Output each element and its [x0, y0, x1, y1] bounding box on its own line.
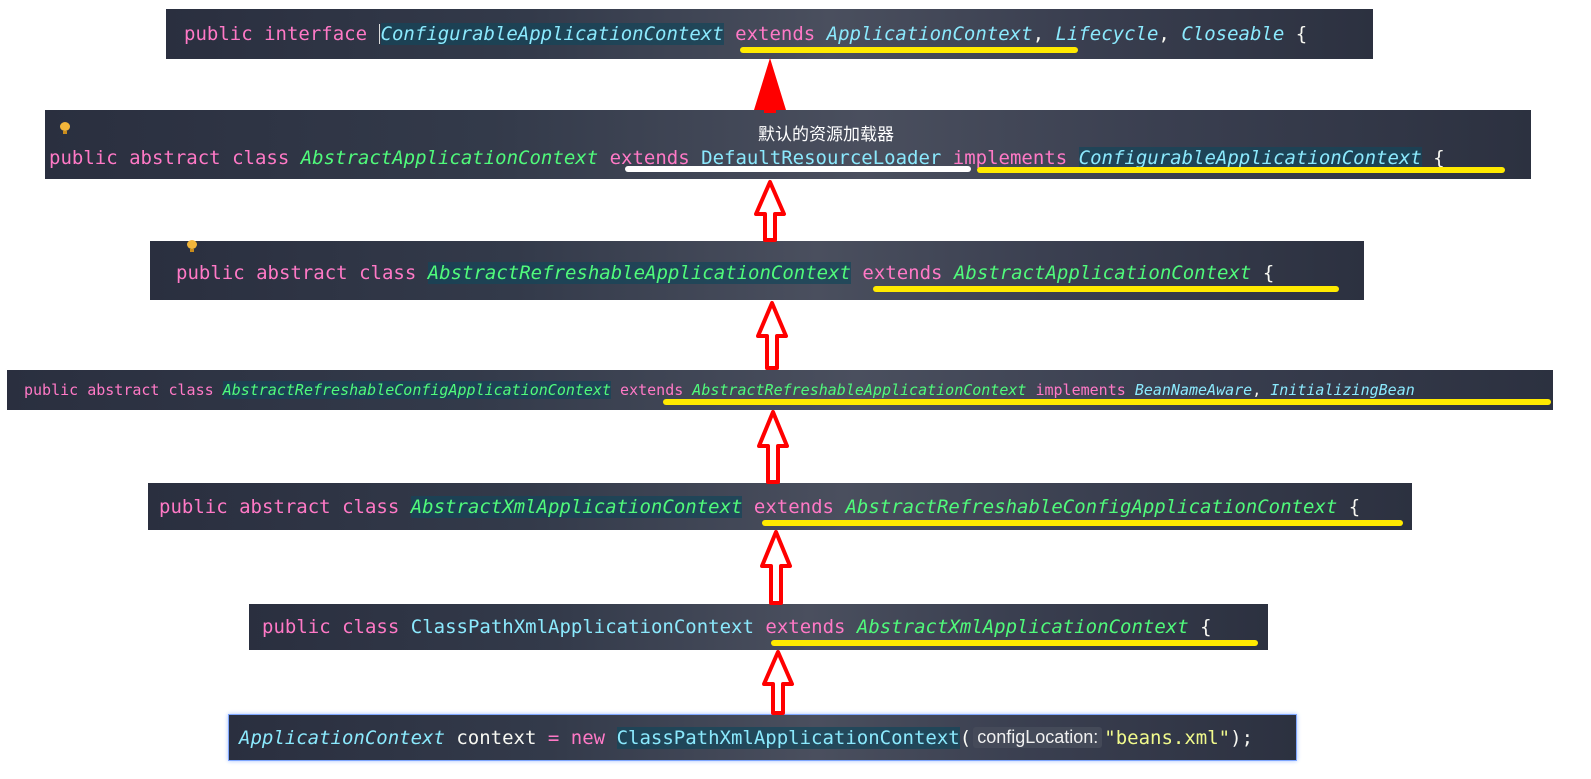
solid-arrow	[754, 58, 786, 113]
inheritance-arrows	[754, 58, 794, 715]
hollow-arrow	[756, 301, 788, 370]
hollow-arrow	[762, 650, 794, 715]
hollow-arrow	[757, 410, 789, 484]
hollow-arrow	[760, 530, 792, 605]
hollow-arrow	[754, 180, 786, 242]
